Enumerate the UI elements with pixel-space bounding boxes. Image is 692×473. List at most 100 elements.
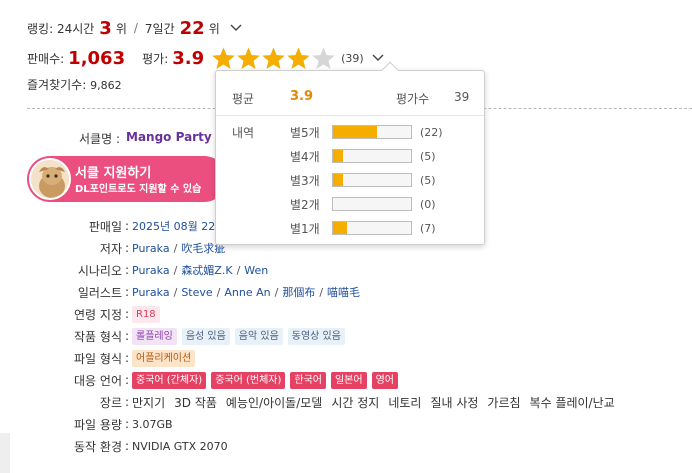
age-label: 연령 지정	[74, 307, 122, 322]
ranking-24h-value: 3	[99, 17, 112, 39]
star-level-label: 별1개	[290, 221, 320, 236]
format-tag[interactable]: 음악 있음	[234, 327, 283, 345]
left-rail	[0, 0, 10, 473]
author-link[interactable]: Puraka	[132, 242, 170, 255]
age-row: 연령 지정 : R18	[27, 303, 692, 325]
release-date-link[interactable]: 2025년 08월 22	[132, 218, 215, 234]
popup-count-label: 평가수	[396, 92, 430, 106]
format-tags: 롤플레잉 음성 있음 음악 있음 동영상 있음	[132, 327, 350, 345]
support-circle-button[interactable]: 서클 지원하기 DL포인트로도 지원할 수 있습	[27, 156, 227, 202]
colon: :	[124, 417, 130, 431]
illust-row: 일러스트 : Puraka / Steve / Anne An / 那個布 / 喵喵毛	[27, 281, 692, 303]
popup-caret	[381, 61, 399, 79]
popup-breakdown-label: 내역	[232, 126, 255, 140]
colon: :	[124, 329, 130, 343]
ranking-7d-unit: 위	[208, 21, 220, 36]
circle-label: 서클명	[79, 132, 113, 146]
chevron-down-icon[interactable]	[230, 24, 242, 32]
illustrator-link[interactable]: Steve	[181, 286, 212, 299]
review-count: (39)	[341, 51, 364, 65]
scenario-link[interactable]: Puraka	[132, 264, 170, 277]
author-label: 저자	[99, 241, 122, 256]
star-level-count: (0)	[420, 197, 436, 211]
format-tag[interactable]: 롤플레잉	[132, 327, 177, 345]
left-rail-block	[0, 433, 10, 473]
star-level-count: (5)	[420, 173, 436, 187]
format-row: 작품 형식 : 롤플레잉 음성 있음 음악 있음 동영상 있음	[27, 325, 692, 347]
colon: :	[124, 263, 130, 277]
illustrator-link[interactable]: 喵喵毛	[327, 284, 360, 300]
genre-link[interactable]: 시간 정지	[331, 394, 379, 411]
work-info-table: 판매일 : 2025년 08월 22 저자 : Puraka / 吹毛求疵 시나리오…	[27, 215, 692, 457]
slash-separator: /	[173, 285, 178, 299]
slash-separator: /	[173, 241, 178, 255]
filetype-tag[interactable]: 어플리케이션	[132, 349, 196, 367]
popup-count-value: 39	[454, 90, 470, 104]
release-label: 판매일	[88, 219, 122, 234]
language-tag[interactable]: 일본어	[330, 371, 367, 389]
slash-separator: /	[236, 263, 241, 277]
illustrator-link[interactable]: 那個布	[282, 284, 315, 300]
genre-link[interactable]: 네토리	[388, 394, 421, 411]
genre-link[interactable]: 질내 사정	[430, 394, 478, 411]
star-icon	[286, 46, 311, 71]
filetype-row: 파일 형식 : 어플리케이션	[27, 347, 692, 369]
star-level-label: 별4개	[290, 149, 320, 164]
popup-histogram: 별5개 (22) 별4개 (5) 별3개 (5) 별2개 (0) 별1개 (7)	[290, 120, 443, 240]
illust-list: Puraka / Steve / Anne An / 那個布 / 喵喵毛	[132, 284, 360, 300]
histogram-row: 별5개 (22)	[290, 120, 443, 144]
popup-divider	[216, 115, 484, 116]
histogram-row: 별1개 (7)	[290, 216, 443, 240]
histogram-bar	[332, 173, 412, 187]
env-row: 동작 환경 : NVIDIA GTX 2070	[27, 435, 692, 457]
colon: :	[124, 285, 130, 299]
genre-link[interactable]: 예능인/아이돌/모델	[226, 394, 322, 411]
ranking-7d-value: 22	[179, 17, 205, 39]
size-value: 3.07GB	[132, 417, 173, 431]
genre-link[interactable]: 3D 작품	[174, 394, 217, 411]
illustrator-link[interactable]: Anne An	[224, 286, 270, 299]
rating-value: 3.9	[172, 47, 205, 69]
circle-colon: :	[115, 132, 120, 146]
slash-separator: /	[173, 263, 178, 277]
ranking-separator: /	[133, 21, 138, 35]
circle-row: 서클명 : Mango Party	[27, 130, 227, 147]
scenario-link[interactable]: Wen	[244, 264, 268, 277]
star-icon	[236, 46, 261, 71]
format-tag[interactable]: 음성 있음	[181, 327, 230, 345]
histogram-row: 별4개 (5)	[290, 144, 443, 168]
popup-average-label: 평균	[232, 92, 255, 106]
favorites-row: 즐겨찾기수: 9,862	[27, 76, 122, 93]
language-label: 대응 언어	[74, 373, 122, 388]
star-level-label: 별5개	[290, 125, 320, 140]
language-tag[interactable]: 중국어 (간체자)	[132, 371, 207, 389]
scenario-link[interactable]: 森忒媚Z.K	[181, 262, 232, 278]
size-label: 파일 용량	[74, 417, 122, 432]
illustrator-link[interactable]: Puraka	[132, 286, 170, 299]
genre-link[interactable]: 만지기	[132, 394, 165, 411]
histogram-row: 별3개 (5)	[290, 168, 443, 192]
language-tag[interactable]: 영어	[371, 371, 398, 389]
star-level-count: (5)	[420, 149, 436, 163]
genre-link[interactable]: 복수 플레이/난교	[530, 394, 615, 411]
language-tag[interactable]: 중국어 (번체자)	[211, 371, 286, 389]
env-label: 동작 환경	[74, 439, 122, 454]
genre-link[interactable]: 가르침	[487, 394, 520, 411]
star-level-count: (22)	[420, 125, 443, 139]
rating-stars[interactable]	[211, 46, 336, 71]
age-tag[interactable]: R18	[132, 305, 160, 323]
star-icon	[311, 46, 336, 71]
chevron-down-icon[interactable]	[372, 54, 384, 62]
colon: :	[124, 307, 130, 321]
sales-rating-row: 판매수: 1,063 평가: 3.9 (39)	[27, 44, 384, 72]
slash-separator: /	[216, 285, 221, 299]
slash-separator: /	[319, 285, 324, 299]
format-tag[interactable]: 동영상 있음	[287, 327, 345, 345]
colon: :	[124, 395, 130, 409]
star-icon	[211, 46, 236, 71]
language-tag[interactable]: 한국어	[290, 371, 326, 389]
colon: :	[124, 373, 130, 387]
format-label: 작품 형식	[74, 329, 122, 344]
circle-name-link[interactable]: Mango Party	[126, 130, 212, 147]
ranking-24h-label: 랭킹: 24시간	[27, 21, 95, 36]
